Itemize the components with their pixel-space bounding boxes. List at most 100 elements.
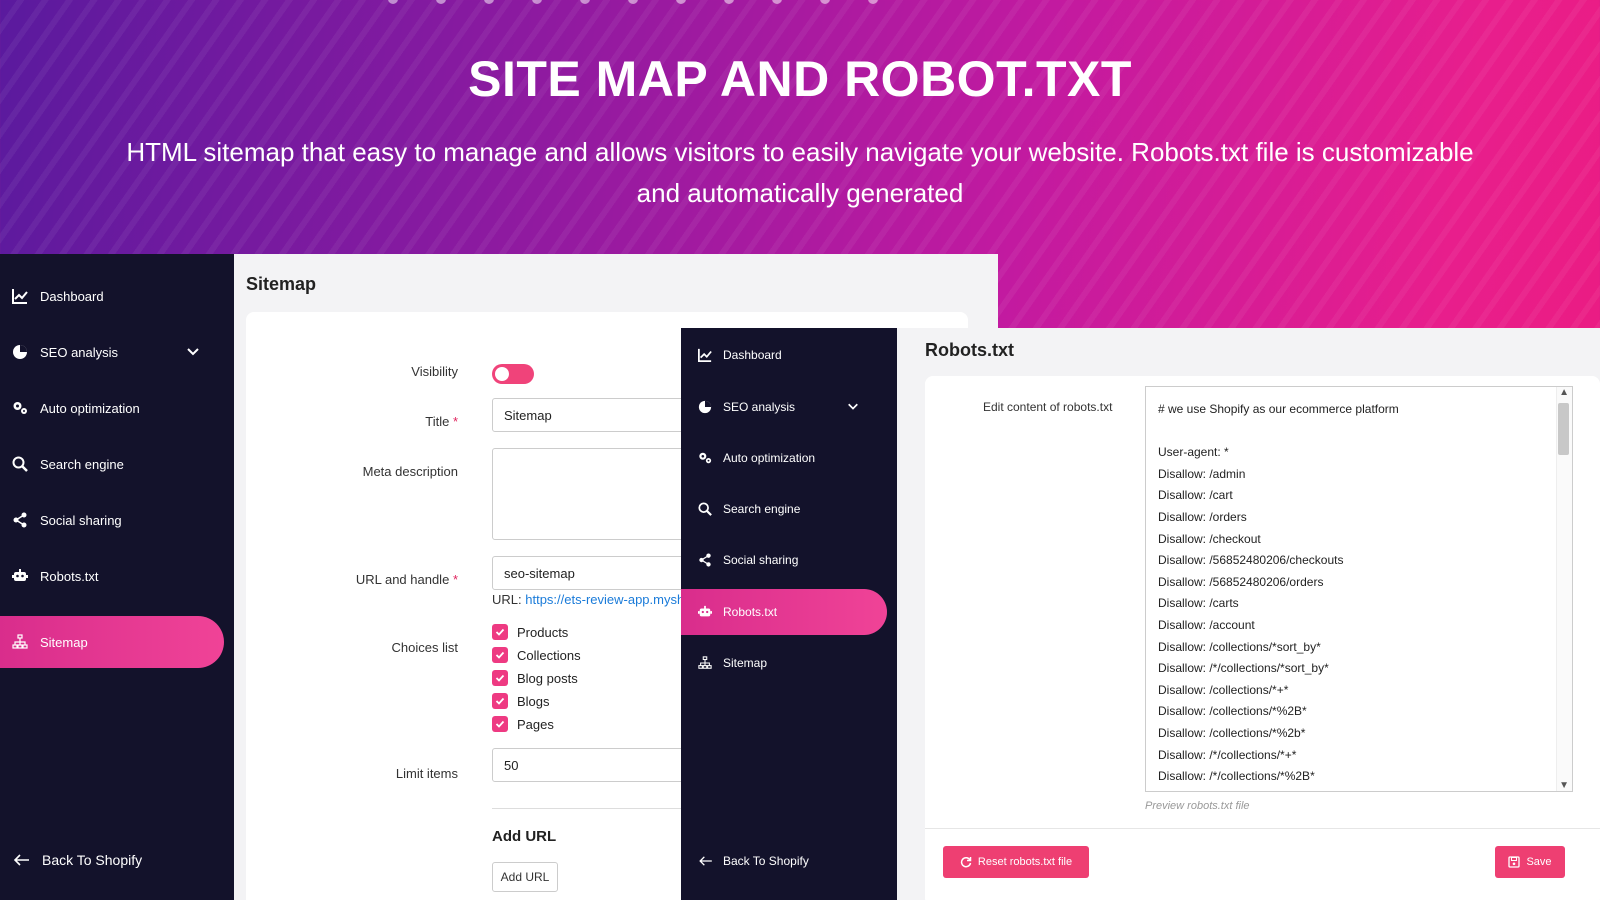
sidebar-item-seo-analysis[interactable]: SEO analysis (681, 384, 881, 430)
checkbox-checked-icon[interactable] (492, 624, 508, 640)
sidebar-item-dashboard[interactable]: Dashboard (12, 270, 104, 322)
sidebar-item-robots[interactable]: Robots.txt (12, 550, 99, 602)
decorative-dots (388, 0, 878, 4)
sidebar-item-dashboard[interactable]: Dashboard (681, 332, 782, 378)
reset-robots-button[interactable]: Reset robots.txt file (943, 846, 1089, 878)
page-title: Sitemap (246, 274, 317, 294)
back-label: Back To Shopify (723, 854, 809, 868)
choice-pages[interactable]: Pages (492, 716, 554, 732)
choice-collections[interactable]: Collections (492, 647, 581, 663)
sitemap-url-link[interactable]: https://ets-review-app.mysh (525, 592, 684, 607)
chart-icon (12, 288, 28, 304)
chart-icon (697, 347, 713, 363)
arrow-left-icon (14, 854, 30, 866)
save-icon (1508, 856, 1521, 868)
choice-label: Products (517, 624, 569, 640)
chevron-down-icon[interactable] (847, 400, 859, 415)
sidebar-item-label: Auto optimization (40, 400, 140, 416)
sidebar-item-label: Sitemap (723, 656, 768, 670)
sidebar-item-social-sharing[interactable]: Social sharing (681, 537, 798, 583)
checkbox-checked-icon[interactable] (492, 647, 508, 663)
sidebar-item-label: Social sharing (40, 512, 122, 528)
pie-chart-icon (12, 344, 28, 360)
sidebar-item-social-sharing[interactable]: Social sharing (12, 494, 122, 546)
save-button-label: Save (1526, 856, 1552, 868)
refresh-icon (960, 856, 972, 868)
sidebar-item-sitemap[interactable]: Sitemap (681, 640, 767, 686)
choice-blog-posts[interactable]: Blog posts (492, 670, 578, 686)
robot-icon (12, 568, 28, 584)
title-label: Title * (425, 414, 458, 429)
sidebar-item-label: Search engine (40, 456, 124, 472)
sidebar-item-label: Robots.txt (723, 605, 778, 619)
gears-icon (12, 400, 28, 416)
hero-subtitle: HTML sitemap that easy to manage and all… (126, 137, 1474, 208)
sidebar-item-sitemap[interactable]: Sitemap (0, 616, 224, 668)
choices-list-label: Choices list (391, 640, 458, 655)
sidebar-item-search-engine[interactable]: Search engine (12, 438, 124, 490)
arrow-left-icon (699, 856, 713, 866)
chevron-down-icon[interactable] (186, 344, 200, 361)
sidebar-item-robots[interactable]: Robots.txt (681, 589, 887, 635)
sitemap-icon (12, 634, 28, 650)
sidebar-item-label: SEO analysis (40, 344, 119, 360)
back-label: Back To Shopify (42, 852, 143, 868)
robots-content-text: # we use Shopify as our ecommerce platfo… (1158, 402, 1399, 784)
sidebar-item-label: Dashboard (723, 348, 782, 362)
sidebar-item-label: Search engine (723, 502, 801, 516)
choice-products[interactable]: Products (492, 624, 568, 640)
divider (925, 828, 1600, 829)
sitemap-icon (697, 655, 713, 671)
back-to-shopify-link[interactable]: Back To Shopify (14, 852, 142, 868)
pie-chart-icon (697, 399, 713, 415)
sidebar-item-auto-optimization[interactable]: Auto optimization (12, 382, 140, 434)
sidebar-item-label: Robots.txt (40, 568, 99, 584)
edit-content-label: Edit content of robots.txt (983, 400, 1113, 414)
url-preview: URL: https://ets-review-app.mysh (492, 592, 685, 607)
robot-icon (697, 604, 713, 620)
reset-button-label: Reset robots.txt file (977, 856, 1073, 868)
sidebar-item-seo-analysis[interactable]: SEO analysis (12, 326, 222, 378)
limit-items-label: Limit items (395, 766, 458, 781)
choice-label: Pages (517, 716, 554, 732)
choice-label: Blogs (517, 693, 550, 709)
back-to-shopify-link[interactable]: Back To Shopify (699, 854, 809, 868)
robots-content-textarea[interactable]: # we use Shopify as our ecommerce platfo… (1145, 386, 1573, 792)
share-icon (697, 552, 713, 568)
checkbox-checked-icon[interactable] (492, 670, 508, 686)
sidebar-item-label: SEO analysis (723, 400, 796, 414)
page-title: Robots.txt (925, 340, 1014, 360)
add-url-title: Add URL (492, 828, 557, 845)
robots-main-panel: Robots.txt Edit content of robots.txt # … (897, 328, 1600, 900)
sidebar-item-search-engine[interactable]: Search engine (681, 486, 800, 532)
hero-title: SITE MAP AND ROBOT.TXT (468, 51, 1132, 107)
gears-icon (697, 450, 713, 466)
sidebar-item-label: Dashboard (40, 288, 104, 304)
choice-blogs[interactable]: Blogs (492, 693, 550, 709)
robots-form-card: Edit content of robots.txt # we use Shop… (925, 376, 1600, 900)
choice-label: Collections (517, 647, 581, 663)
checkbox-checked-icon[interactable] (492, 693, 508, 709)
sidebar-item-label: Social sharing (723, 553, 799, 567)
sidebar-item-auto-optimization[interactable]: Auto optimization (681, 435, 815, 481)
visibility-toggle[interactable] (492, 364, 534, 384)
share-icon (12, 512, 28, 528)
add-url-button[interactable]: Add URL (492, 862, 558, 892)
sidebar-left: Dashboard SEO analysis Auto optimization… (0, 254, 234, 900)
sidebar-right: Dashboard SEO analysis Auto optimization… (681, 328, 897, 900)
visibility-label: Visibility (411, 364, 458, 379)
search-icon (12, 456, 28, 472)
save-button[interactable]: Save (1495, 846, 1565, 878)
scroll-down-icon[interactable]: ▼ (1559, 780, 1569, 791)
choice-label: Blog posts (517, 670, 578, 686)
checkbox-checked-icon[interactable] (492, 716, 508, 732)
preview-robots-link[interactable]: Preview robots.txt file (1145, 800, 1250, 812)
scroll-up-icon[interactable]: ▲ (1559, 387, 1569, 398)
meta-description-label: Meta description (362, 464, 458, 479)
search-icon (697, 501, 713, 517)
sidebar-item-label: Auto optimization (723, 451, 816, 465)
textarea-scrollbar[interactable]: ▲ ▼ (1556, 387, 1572, 791)
url-handle-label: URL and handle * (355, 572, 458, 587)
scrollbar-thumb[interactable] (1558, 403, 1569, 455)
sidebar-item-label: Sitemap (40, 634, 88, 650)
